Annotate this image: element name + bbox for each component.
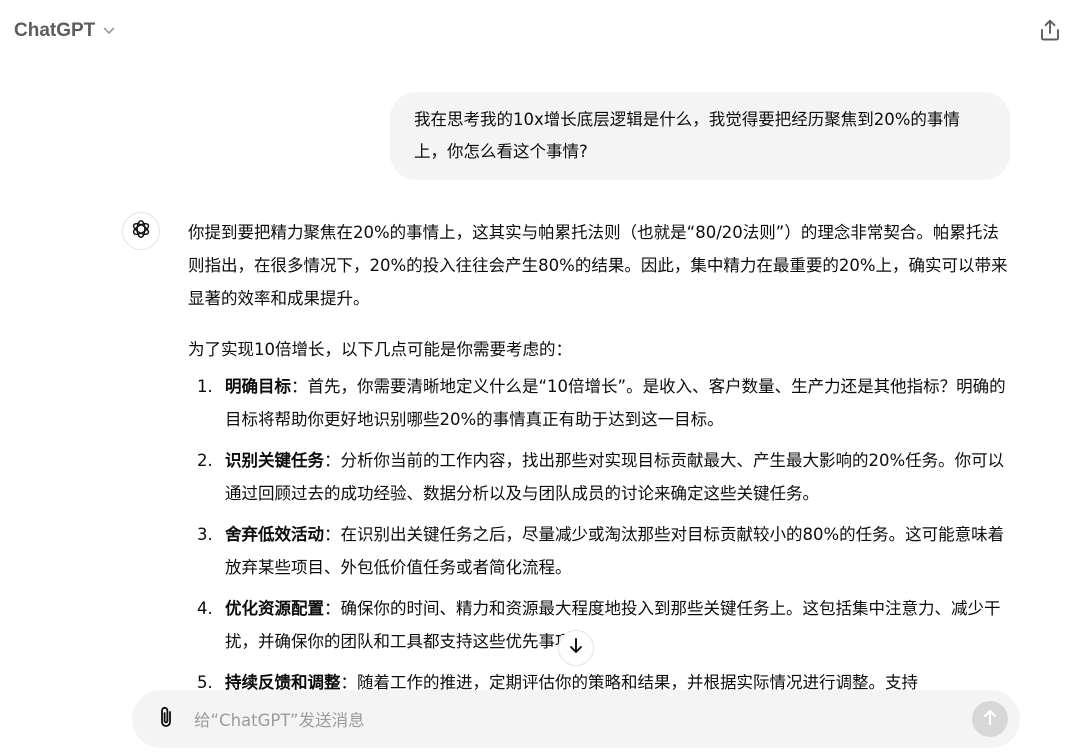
message-input[interactable] [192,702,956,738]
model-name: ChatGPT [14,20,96,41]
list-item-number: 2. [197,451,213,470]
assistant-avatar [122,212,160,250]
conversation: 我在思考我的10x增长底层逻辑是什么，我觉得要把经历聚焦到20%的事情上，你怎么… [0,64,1080,690]
list-item: 1. 明确目标：首先，你需要清晰地定义什么是“10倍增长”。是收入、客户数量、生… [188,370,1010,436]
header: ChatGPT [0,0,1080,64]
assistant-intro-1: 你提到要把精力聚焦在20%的事情上，这其实与帕累托法则（也就是“80/20法则”… [188,223,1008,308]
list-item-number: 5. [197,673,213,690]
paperclip-icon [158,705,174,733]
arrow-down-icon [568,637,584,659]
list-item-text: ：在识别出关键任务之后，尽量减少或淘汰那些对目标贡献较小的80%的任务。这可能意… [225,525,1005,577]
list-item-text: ：首先，你需要清晰地定义什么是“10倍增长”。是收入、客户数量、生产力还是其他指… [225,377,1006,429]
list-item: 2. 识别关键任务：分析你当前的工作内容，找出那些对实现目标贡献最大、产生最大影… [188,444,1010,510]
send-button[interactable] [972,701,1008,737]
composer [132,690,1020,748]
model-selector[interactable]: ChatGPT [14,20,115,42]
list-item-title: 持续反馈和调整 [225,673,341,690]
assistant-message: 你提到要把精力聚焦在20%的事情上，这其实与帕累托法则（也就是“80/20法则”… [188,216,1010,690]
list-item-number: 3. [197,525,213,544]
list-item-number: 4. [197,599,213,618]
share-button[interactable] [1036,18,1064,46]
arrow-up-icon [982,708,998,730]
attach-button[interactable] [152,705,180,733]
list-item: 4. 优化资源配置：确保你的时间、精力和资源最大程度地投入到那些关键任务上。这包… [188,592,1010,658]
chevron-down-icon [103,27,115,35]
list-item-text: ：随着工作的推进，定期评估你的策略和结果，并根据实际情况进行调整。支持 [340,673,919,690]
scroll-to-bottom-button[interactable] [558,630,594,666]
list-item-title: 明确目标 [225,377,291,396]
user-message: 我在思考我的10x增长底层逻辑是什么，我觉得要把经历聚焦到20%的事情上，你怎么… [390,92,1010,180]
list-item-text: ：确保你的时间、精力和资源最大程度地投入到那些关键任务上。这包括集中注意力、减少… [225,599,1001,651]
list-item-title: 识别关键任务 [225,451,324,470]
list-item-number: 1. [197,377,213,396]
list-item: 5. 持续反馈和调整：随着工作的推进，定期评估你的策略和结果，并根据实际情况进行… [188,666,1010,690]
share-icon [1039,18,1061,46]
list-item: 3. 舍弃低效活动：在识别出关键任务之后，尽量减少或淘汰那些对目标贡献较小的80… [188,518,1010,584]
chatgpt-window: ChatGPT 我在思考我的10x增长底层逻辑是什么，我觉得要把经历聚焦到20%… [0,0,1080,756]
suggestion-list: 1. 明确目标：首先，你需要清晰地定义什么是“10倍增长”。是收入、客户数量、生… [188,370,1010,690]
list-item-title: 舍弃低效活动 [225,525,324,544]
openai-logo-icon [130,218,152,244]
list-item-text: ：分析你当前的工作内容，找出那些对实现目标贡献最大、产生最大影响的20%任务。你… [225,451,1005,503]
assistant-intro-2: 为了实现10倍增长，以下几点可能是你需要考虑的： [188,340,572,359]
list-item-title: 优化资源配置 [225,599,324,618]
